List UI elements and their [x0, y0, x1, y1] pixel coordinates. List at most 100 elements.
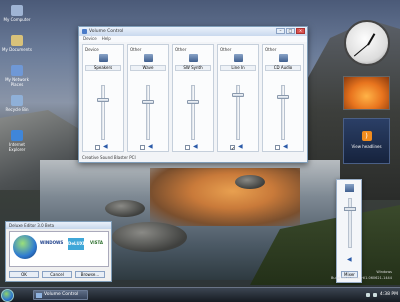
- deluxe-title: Deluxe Editor 3.0 Beta: [6, 222, 111, 229]
- channel-type: Other: [130, 47, 142, 52]
- device-icon: [144, 54, 153, 62]
- channel-name: CD Audio: [265, 65, 301, 71]
- window-title: Volume Control: [89, 29, 124, 34]
- vista-orb-logo: [13, 235, 37, 259]
- menu-bar: Device Help: [79, 36, 307, 42]
- mute-speaker-icon[interactable]: ◀: [347, 256, 352, 263]
- mute-checkbox[interactable]: [185, 145, 190, 150]
- speaker-icon: ◀: [283, 143, 288, 150]
- volume-slider-thumb[interactable]: [277, 95, 289, 100]
- volume-slider-track[interactable]: [101, 85, 105, 140]
- feed-headlines-gadget[interactable]: ) View headlines: [343, 118, 390, 164]
- maximize-button[interactable]: □: [286, 28, 295, 34]
- desktop-icon[interactable]: My Computer: [2, 5, 32, 22]
- menu-device[interactable]: Device: [83, 36, 97, 42]
- ok-button[interactable]: OK: [9, 271, 39, 278]
- desktop-icon-label: My Computer: [3, 17, 31, 22]
- volume-slider-track[interactable]: [281, 85, 285, 140]
- master-volume-track[interactable]: [348, 198, 352, 248]
- volume-slider-track[interactable]: [146, 85, 150, 140]
- start-button[interactable]: [1, 289, 14, 302]
- channel-name: SW Synth: [175, 65, 211, 71]
- volume-icon[interactable]: [372, 293, 377, 297]
- close-button[interactable]: ×: [296, 28, 305, 34]
- speaker-icon: ◀: [238, 143, 243, 150]
- title-bar[interactable]: Volume Control: [79, 27, 307, 36]
- volume-slider-thumb[interactable]: [187, 100, 199, 105]
- tray-clock[interactable]: 4:38 PM: [380, 290, 398, 300]
- deluxe-editor-window[interactable]: Deluxe Editor 3.0 Beta WINDOWS DeLUXE VI…: [5, 221, 112, 282]
- browse-button[interactable]: Browse...: [75, 271, 105, 278]
- desktop-icon[interactable]: Internet Explorer: [2, 130, 32, 152]
- device-icon: [99, 54, 108, 62]
- device-icon: [234, 54, 243, 62]
- volume-slider-thumb[interactable]: [232, 92, 244, 97]
- channel-list: Device Speakers ◀ Other Wave ◀ Other SW Synth ◀ O…: [82, 44, 306, 154]
- desktop-icon-label: Recycle Bin: [5, 107, 29, 112]
- rss-icon: ): [361, 131, 372, 141]
- channel-line-in: Other Line In ✓ ◀: [217, 44, 259, 152]
- watermark-line1: Windows: [376, 270, 392, 274]
- deluxe-button-row: OK Cancel Browse...: [9, 271, 105, 278]
- volume-control-window[interactable]: Volume Control – □ × Device Help Device S…: [78, 26, 308, 163]
- speaker-icon: ◀: [148, 143, 153, 150]
- channel-type: Other: [220, 47, 232, 52]
- mute-checkbox[interactable]: [275, 145, 280, 150]
- logo-windows: WINDOWS: [40, 240, 64, 245]
- desktop-icon-label: My Network Places: [5, 77, 29, 87]
- device-icon: [189, 54, 198, 62]
- desktop-icon[interactable]: My Network Places: [2, 65, 32, 87]
- speaker-device-icon: [345, 184, 354, 192]
- channel-name: Wave: [130, 65, 166, 71]
- logo-deluxe: DeLUXE: [68, 238, 86, 250]
- taskbar-volume-control[interactable]: Volume Control: [33, 290, 88, 300]
- hour-hand: [367, 33, 376, 46]
- speaker-icon: ◀: [103, 143, 108, 150]
- channel-name: Line In: [220, 65, 256, 71]
- minute-hand: [353, 44, 369, 57]
- desktop-icon[interactable]: My Documents: [2, 35, 32, 52]
- volume-slider-thumb[interactable]: [97, 97, 109, 102]
- channel-name: Speakers: [85, 65, 121, 71]
- slideshow-gadget[interactable]: [343, 76, 390, 110]
- minimize-button[interactable]: –: [276, 28, 285, 34]
- channel-sw-synth: Other SW Synth ◀: [172, 44, 214, 152]
- clock-gadget[interactable]: [344, 20, 390, 66]
- desktop-icon-image: [11, 95, 23, 106]
- channel-type: Other: [265, 47, 277, 52]
- menu-help[interactable]: Help: [102, 36, 111, 42]
- desktop-icon[interactable]: Recycle Bin: [2, 95, 32, 112]
- master-volume-thumb[interactable]: [344, 207, 356, 212]
- channel-speakers: Device Speakers ◀: [82, 44, 124, 152]
- desktop-icon-image: [11, 130, 23, 141]
- volume-app-icon: [36, 293, 42, 298]
- master-volume-popup[interactable]: ◀ Mixer: [336, 179, 362, 283]
- desktop-icon-label: My Documents: [2, 47, 32, 52]
- desktop-icon-image: [11, 5, 23, 16]
- sunset-reflection: [150, 168, 300, 226]
- network-icon[interactable]: [365, 293, 370, 297]
- cancel-button[interactable]: Cancel: [42, 271, 72, 278]
- speaker-icon: ◀: [193, 143, 198, 150]
- logo-preview: WINDOWS DeLUXE VISTA: [9, 231, 109, 267]
- system-tray: 4:38 PM: [365, 290, 398, 300]
- logo-vista: VISTA: [90, 240, 103, 245]
- mute-checkbox[interactable]: [95, 145, 100, 150]
- window-controls: – □ ×: [276, 28, 305, 34]
- device-icon: [279, 54, 288, 62]
- channel-type: Device: [85, 47, 99, 52]
- rock: [112, 222, 187, 252]
- volume-slider-thumb[interactable]: [142, 100, 154, 105]
- desktop-icon-image: [11, 35, 23, 46]
- volume-slider-track[interactable]: [191, 85, 195, 140]
- device-status: Creative Sound Blaster PCI: [82, 155, 136, 160]
- channel-wave: Other Wave ◀: [127, 44, 169, 152]
- rock: [105, 200, 145, 217]
- mute-checkbox[interactable]: ✓: [230, 145, 235, 152]
- taskbar-task-label: Volume Control: [44, 292, 79, 297]
- mute-checkbox[interactable]: [140, 145, 145, 150]
- rock: [235, 175, 265, 189]
- volume-app-icon: [82, 29, 87, 34]
- desktop-icon-image: [11, 65, 23, 76]
- desktop-icon-label: Internet Explorer: [8, 142, 26, 152]
